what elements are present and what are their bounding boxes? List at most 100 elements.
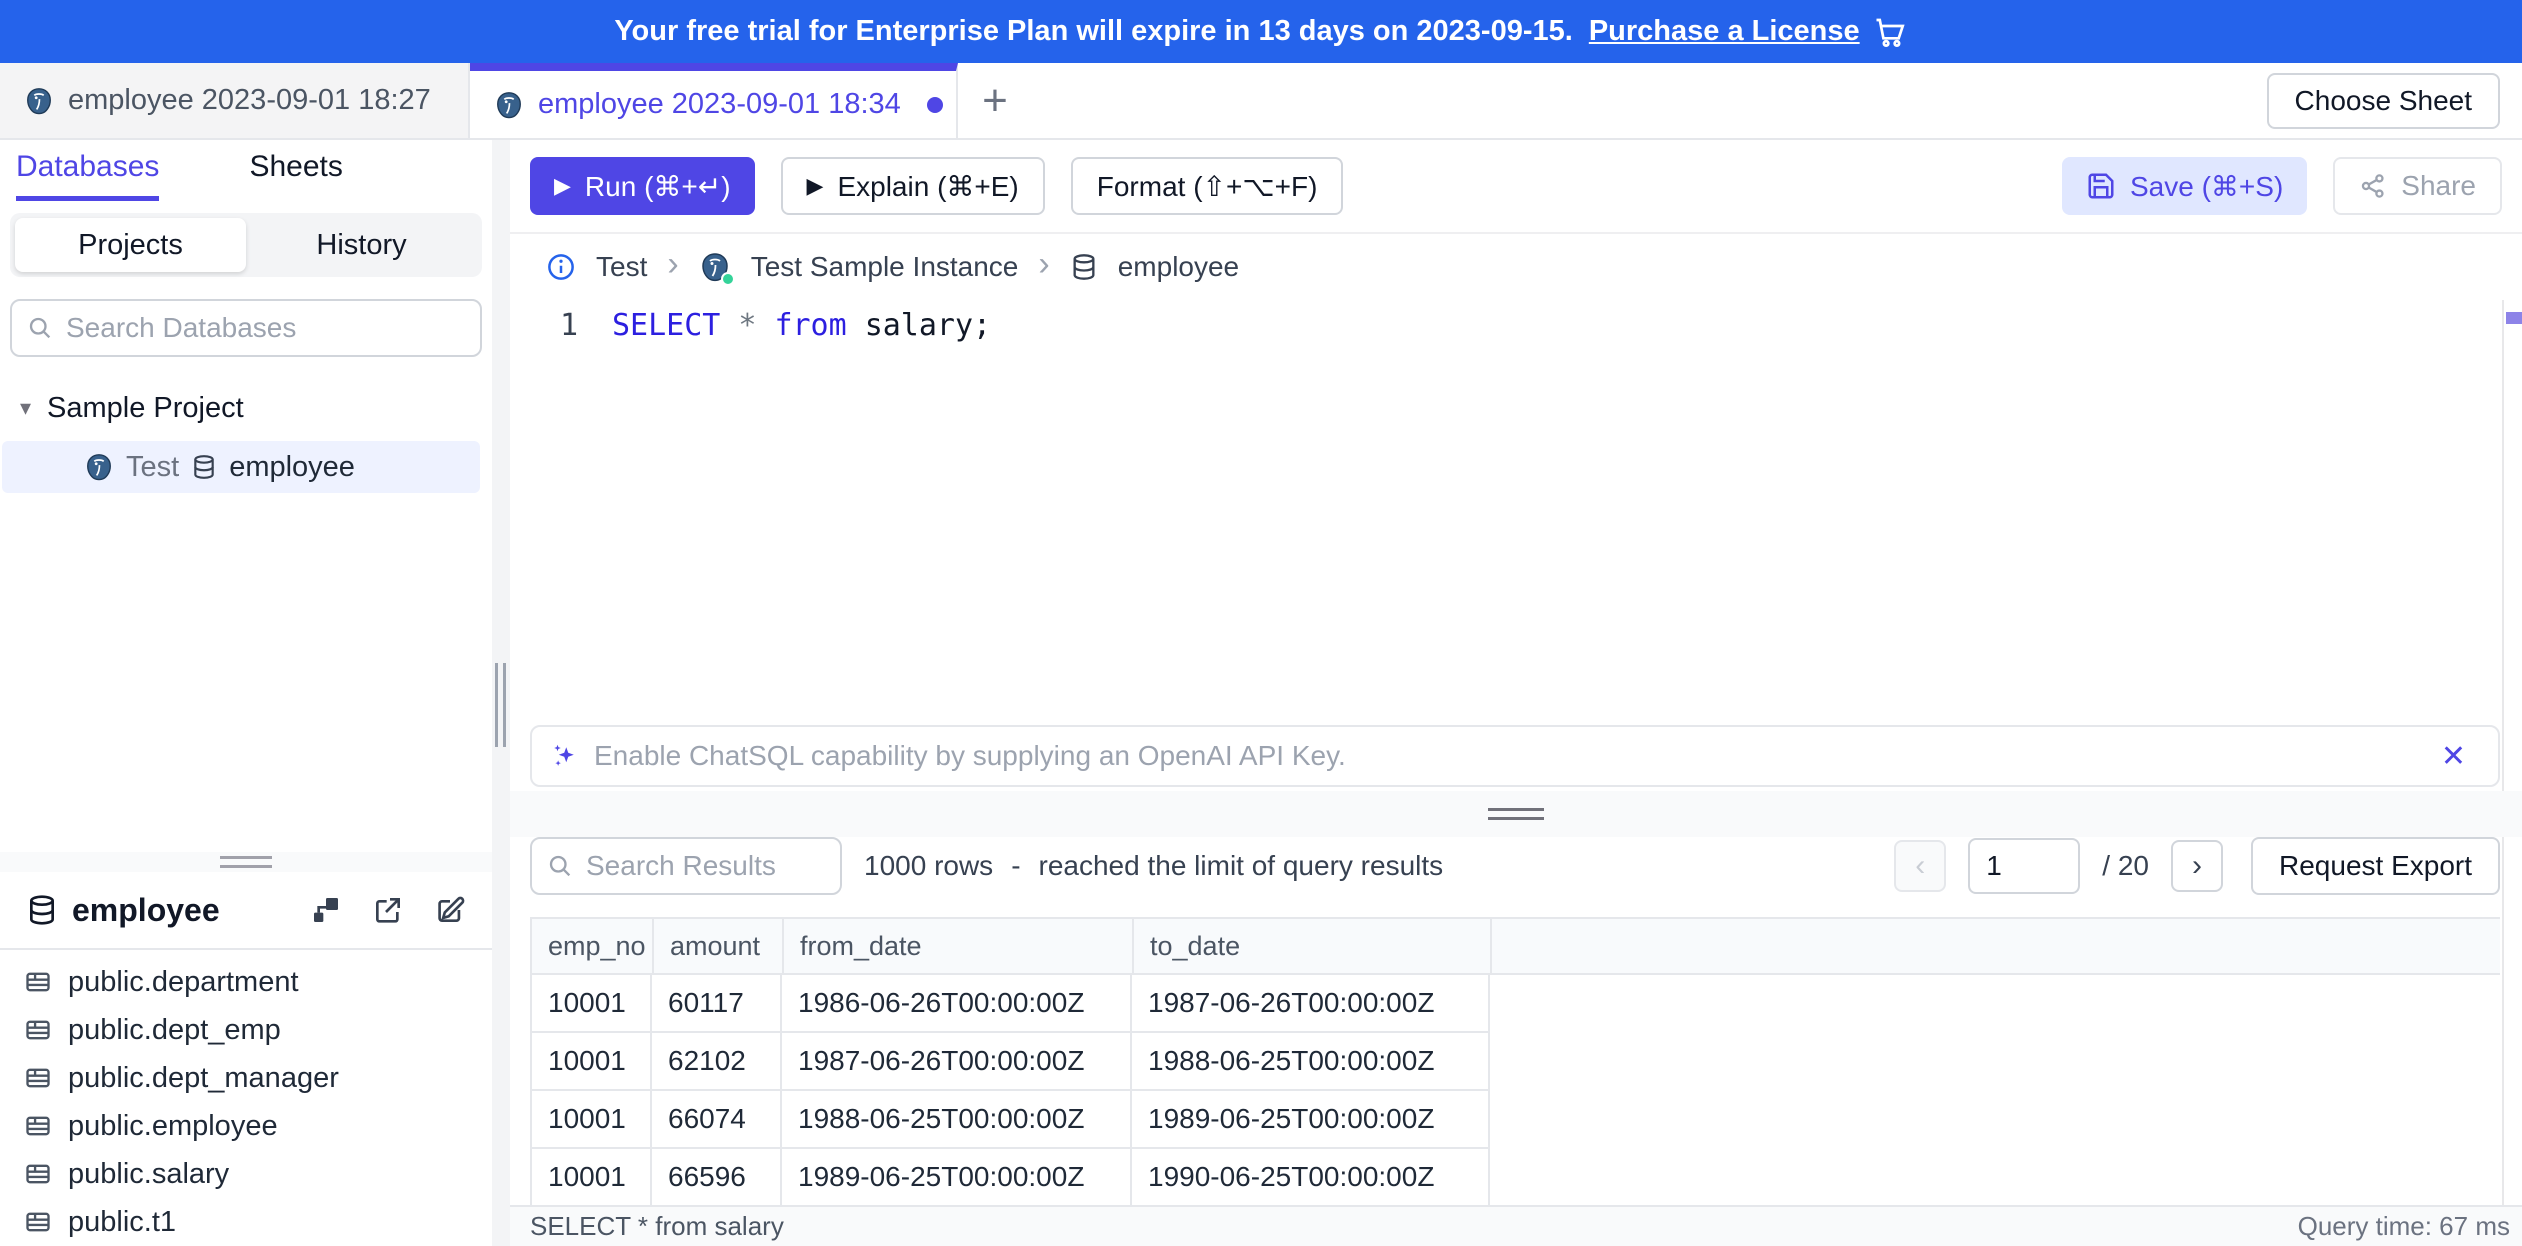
schema-table-name: public.dept_manager [68,1062,339,1095]
share-button[interactable]: Share [2333,157,2502,215]
database-icon [191,454,217,480]
row-count: 1000 rows [864,850,993,882]
schema-table-list: public.department public.dept_emp [0,950,492,1246]
breadcrumb-instance[interactable]: Test Sample Instance [751,251,1019,283]
tree-project-row[interactable]: ▾ Sample Project [0,385,492,431]
share-button-label: Share [2401,170,2476,202]
table-cell[interactable]: 1988-06-25T00:00:00Z [1132,1033,1490,1091]
schema-table-name: public.t1 [68,1206,176,1239]
table-cell[interactable]: 1986-06-26T00:00:00Z [782,975,1132,1033]
table-cell[interactable]: 10001 [530,1149,652,1207]
column-header[interactable]: emp_no [532,919,654,973]
play-icon: ▶ [807,173,824,199]
table-row[interactable]: 10001 62102 1987-06-26T00:00:00Z 1988-06… [530,1033,2500,1091]
database-icon [26,894,58,926]
results-search[interactable] [530,837,842,895]
previous-page-button[interactable]: ‹ [1894,840,1946,892]
column-header[interactable]: to_date [1134,919,1492,973]
chevron-right-icon: › [667,247,678,287]
table-icon [24,1208,52,1236]
page-number-input[interactable] [1968,838,2080,894]
schema-table-name: public.dept_emp [68,1014,281,1047]
schema-table-item[interactable]: public.employee [0,1102,492,1150]
external-link-icon[interactable] [372,894,404,926]
splitter-handle-icon [1488,808,1544,820]
request-export-button[interactable]: Request Export [2251,837,2500,895]
breadcrumb-environment[interactable]: Test [596,251,647,283]
tab-databases[interactable]: Databases [16,150,159,201]
results-search-input[interactable] [586,850,826,882]
breadcrumb-database[interactable]: employee [1118,251,1239,283]
sheet-tab-1[interactable]: employee 2023-09-01 18:27 [0,63,470,138]
table-cell[interactable]: 1989-06-25T00:00:00Z [782,1149,1132,1207]
choose-sheet-button[interactable]: Choose Sheet [2267,73,2500,129]
database-search[interactable] [10,299,482,357]
sql-operator: * [738,308,756,343]
table-cell[interactable]: 66074 [652,1091,782,1149]
table-row[interactable]: 10001 66596 1989-06-25T00:00:00Z 1990-06… [530,1149,2500,1207]
results-table: emp_no amount from_date to_date 10001 60… [530,917,2500,1207]
results-toolbar: 1000 rows - reached the limit of query r… [530,837,2500,895]
format-button-label: Format (⇧+⌥+F) [1097,170,1318,203]
schema-table-item[interactable]: public.department [0,958,492,1006]
explain-button-label: Explain (⌘+E) [837,170,1018,203]
share-icon [2359,172,2387,200]
chatsql-banner[interactable]: Enable ChatSQL capability by supplying a… [530,725,2500,787]
schema-table-name: public.employee [68,1110,278,1143]
status-bar: SELECT * from salary Query time: 67 ms [510,1205,2522,1246]
segment-projects[interactable]: Projects [15,218,246,272]
schema-panel-header: employee [0,872,492,950]
table-cell[interactable]: 66596 [652,1149,782,1207]
sheet-tab-2-active[interactable]: employee 2023-09-01 18:34 [470,63,958,138]
schema-table-item[interactable]: public.salary [0,1150,492,1198]
explain-button[interactable]: ▶ Explain (⌘+E) [781,157,1045,215]
editor-scrollbar[interactable] [2502,300,2522,1205]
sidebar: Databases Sheets Projects History ▾ Samp… [0,140,492,1246]
run-button[interactable]: ▶ Run (⌘+↵) [530,157,755,215]
table-cell[interactable]: 1987-06-26T00:00:00Z [1132,975,1490,1033]
table-cell[interactable]: 1990-06-25T00:00:00Z [1132,1149,1490,1207]
save-button-label: Save (⌘+S) [2130,170,2283,203]
sql-editor[interactable]: 1 SELECT * from salary; [510,300,2502,725]
close-icon[interactable]: ✕ [2427,739,2480,774]
chevron-right-icon: › [1038,247,1049,287]
schema-table-item[interactable]: public.dept_manager [0,1054,492,1102]
schema-table-item[interactable]: public.t1 [0,1198,492,1246]
database-icon [1070,253,1098,281]
table-row[interactable]: 10001 66074 1988-06-25T00:00:00Z 1989-06… [530,1091,2500,1149]
column-header[interactable]: from_date [784,919,1134,973]
schema-panel-resize-handle[interactable] [0,852,492,872]
tree-database-item-selected[interactable]: Test employee [2,441,480,493]
table-cell[interactable]: 10001 [530,1033,652,1091]
schema-diagram-icon[interactable] [310,894,342,926]
table-cell[interactable]: 60117 [652,975,782,1033]
limit-note: reached the limit of query results [1039,850,1444,882]
table-cell[interactable]: 10001 [530,975,652,1033]
sidebar-splitter[interactable] [492,140,510,1246]
search-icon [26,314,54,342]
new-tab-button[interactable]: + [958,63,1032,138]
tab-sheets[interactable]: Sheets [249,150,342,201]
results-splitter[interactable] [510,791,2522,837]
info-icon[interactable] [546,252,576,282]
editor-line-1[interactable]: 1 SELECT * from salary; [510,300,2502,350]
table-cell[interactable]: 10001 [530,1091,652,1149]
segment-history[interactable]: History [246,218,477,272]
table-row[interactable]: 10001 60117 1986-06-26T00:00:00Z 1987-06… [530,975,2500,1033]
table-icon [24,1064,52,1092]
column-header[interactable]: amount [654,919,784,973]
table-cell[interactable]: 1989-06-25T00:00:00Z [1132,1091,1490,1149]
save-button[interactable]: Save (⌘+S) [2062,157,2307,215]
meta-separator: - [1011,850,1020,882]
table-cell[interactable]: 62102 [652,1033,782,1091]
purchase-license-link[interactable]: Purchase a License [1589,15,1860,48]
postgres-icon [84,452,114,482]
schema-table-item[interactable]: public.dept_emp [0,1006,492,1054]
format-button[interactable]: Format (⇧+⌥+F) [1071,157,1344,215]
table-cell[interactable]: 1988-06-25T00:00:00Z [782,1091,1132,1149]
next-page-button[interactable]: › [2171,840,2223,892]
edit-icon[interactable] [434,894,466,926]
database-search-input[interactable] [66,312,466,344]
table-cell[interactable]: 1987-06-26T00:00:00Z [782,1033,1132,1091]
schema-panel-actions [310,894,466,926]
